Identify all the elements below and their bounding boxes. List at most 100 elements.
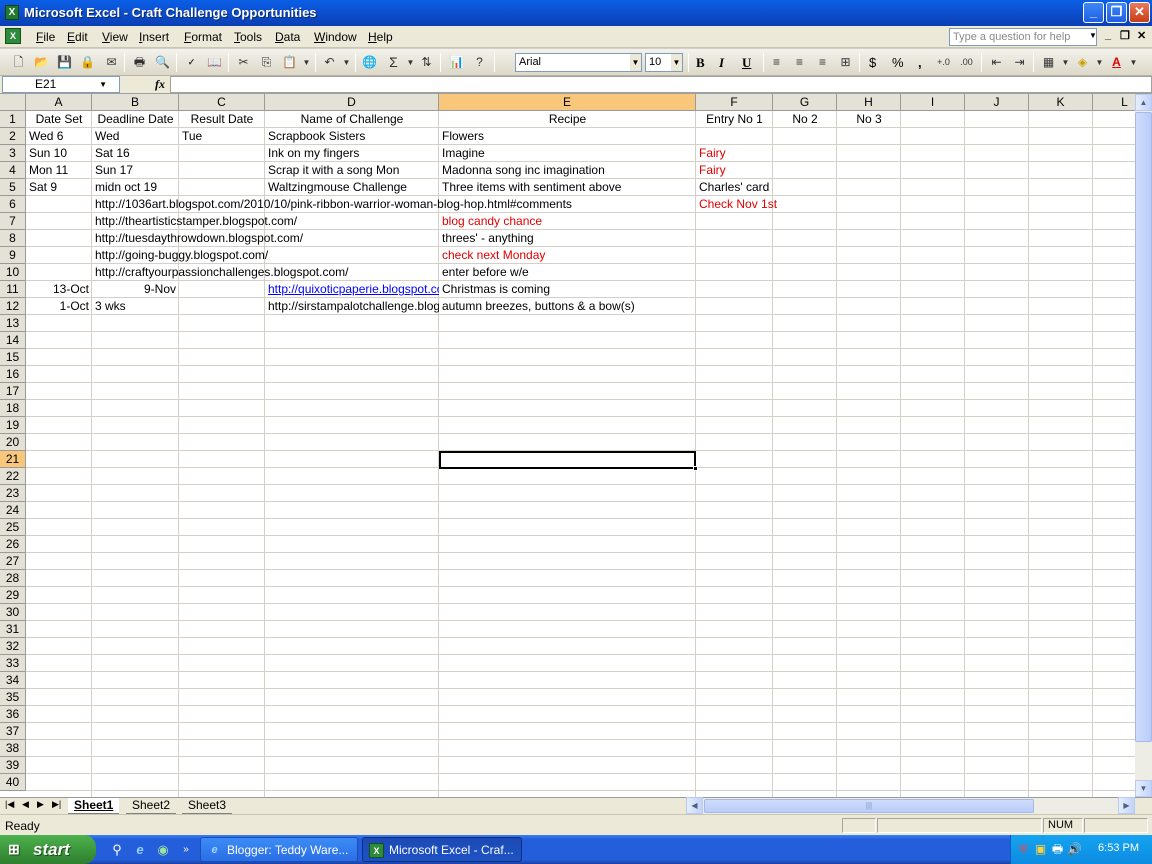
column-header-l[interactable]: L xyxy=(1093,94,1135,111)
horizontal-scroll-thumb[interactable]: ||| xyxy=(704,799,1034,813)
cell-e8[interactable]: threes' - anything xyxy=(439,230,537,247)
cell-f6[interactable]: Check Nov 1st xyxy=(696,196,777,213)
row-header-6[interactable]: 6 xyxy=(0,196,26,213)
cell-f5[interactable]: Charles' card xyxy=(696,179,772,196)
cell-b9[interactable]: http://going-buggy.blogspot.com/ xyxy=(92,247,271,264)
row-header-13[interactable]: 13 xyxy=(0,315,26,332)
quicklaunch-app-icon[interactable]: ◉ xyxy=(154,841,172,858)
undo-icon[interactable]: ↶ xyxy=(321,54,338,71)
doc-restore-button[interactable]: ❐ xyxy=(1120,29,1130,42)
row-header-12[interactable]: 12 xyxy=(0,298,26,315)
sort-ascending-icon[interactable]: ⇅ xyxy=(418,54,435,71)
task-excel[interactable]: X Microsoft Excel - Craf... xyxy=(362,837,522,862)
fill-color-icon[interactable]: ◈ xyxy=(1074,54,1091,71)
menu-tools[interactable]: Tools xyxy=(234,30,262,44)
row-header-35[interactable]: 35 xyxy=(0,689,26,706)
cell-b12[interactable]: 3 wks xyxy=(92,298,129,315)
row-header-23[interactable]: 23 xyxy=(0,485,26,502)
cell-d2[interactable]: Scrapbook Sisters xyxy=(265,128,368,145)
cell-e4[interactable]: Madonna song inc imagination xyxy=(439,162,608,179)
increase-indent-icon[interactable]: ⇥ xyxy=(1011,54,1028,71)
cell-d3[interactable]: Ink on my fingers xyxy=(265,145,362,162)
comma-button[interactable]: , xyxy=(918,54,922,71)
cell-a2[interactable]: Wed 6 xyxy=(26,128,66,145)
menu-edit[interactable]: Edit xyxy=(67,30,88,44)
cell-g1[interactable]: No 2 xyxy=(773,111,837,128)
cell-d4[interactable]: Scrap it with a song Mon xyxy=(265,162,402,179)
next-sheet-icon[interactable]: ▶ xyxy=(37,799,44,810)
row-header-9[interactable]: 9 xyxy=(0,247,26,264)
cell-b2[interactable]: Wed xyxy=(92,128,122,145)
cell-b11[interactable]: 9-Nov xyxy=(92,281,179,298)
prev-sheet-icon[interactable]: ◀ xyxy=(22,799,29,810)
cut-icon[interactable]: ✂ xyxy=(235,54,252,71)
scroll-left-icon[interactable]: ◀ xyxy=(686,797,703,814)
horizontal-scrollbar[interactable]: ◀ ||| ▶ xyxy=(686,797,1135,814)
cell-h1[interactable]: No 3 xyxy=(837,111,901,128)
cell-b7[interactable]: http://theartisticstamper.blogspot.com/ xyxy=(92,213,300,230)
cell-b4[interactable]: Sun 17 xyxy=(92,162,136,179)
undo-dropdown-icon[interactable]: ▼ xyxy=(338,54,355,71)
cell-b6[interactable]: http://1036art.blogspot.com/2010/10/pink… xyxy=(92,196,575,213)
column-header-i[interactable]: I xyxy=(901,94,965,111)
tray-app-icon[interactable]: ▣ xyxy=(1033,841,1048,857)
column-header-a[interactable]: A xyxy=(26,94,92,111)
last-sheet-icon[interactable]: ▶| xyxy=(52,799,61,810)
row-header-22[interactable]: 22 xyxy=(0,468,26,485)
row-header-20[interactable]: 20 xyxy=(0,434,26,451)
row-header-14[interactable]: 14 xyxy=(0,332,26,349)
doc-minimize-button[interactable]: _ xyxy=(1105,29,1111,41)
autosum-dropdown-icon[interactable]: ▼ xyxy=(402,54,419,71)
autosum-icon[interactable]: Σ xyxy=(385,54,402,71)
chart-wizard-icon[interactable]: 📊 xyxy=(448,54,465,71)
row-header-39[interactable]: 39 xyxy=(0,757,26,774)
cell-b3[interactable]: Sat 16 xyxy=(92,145,133,162)
first-sheet-icon[interactable]: |◀ xyxy=(5,799,14,810)
chevron-down-icon[interactable]: ▼ xyxy=(671,54,682,71)
scroll-up-icon[interactable]: ▲ xyxy=(1135,94,1152,111)
menu-file[interactable]: File xyxy=(36,30,55,44)
italic-button[interactable]: I xyxy=(719,54,724,71)
start-button[interactable]: ⊞ start xyxy=(0,835,96,864)
align-left-icon[interactable]: ≡ xyxy=(768,54,785,71)
name-box[interactable]: E21 ▼ xyxy=(2,76,120,93)
row-header-4[interactable]: 4 xyxy=(0,162,26,179)
tab-sheet1[interactable]: Sheet1 xyxy=(68,798,120,814)
volume-icon[interactable]: 🔊 xyxy=(1067,841,1082,857)
menu-format[interactable]: Format xyxy=(184,30,222,44)
font-color-icon[interactable]: A xyxy=(1108,54,1125,71)
help-dropdown-icon[interactable]: ▼ xyxy=(1089,31,1097,40)
tab-sheet3[interactable]: Sheet3 xyxy=(182,798,233,814)
paste-icon[interactable]: 📋 xyxy=(281,54,298,71)
fill-handle[interactable] xyxy=(693,466,698,471)
cell-c1[interactable]: Result Date xyxy=(179,111,265,128)
chevron-down-icon[interactable]: ▼ xyxy=(99,77,107,92)
restore-button[interactable]: ❐ xyxy=(1106,2,1127,23)
cell-a1[interactable]: Date Set xyxy=(26,111,92,128)
research-icon[interactable]: 📖 xyxy=(206,54,223,71)
print-icon[interactable]: 🖶 xyxy=(131,54,148,71)
cell-d5[interactable]: Waltzingmouse Challenge xyxy=(265,179,410,196)
row-header-27[interactable]: 27 xyxy=(0,553,26,570)
increase-decimal-icon[interactable]: +.0 xyxy=(935,54,952,71)
cell-a4[interactable]: Mon 11 xyxy=(26,162,71,179)
cell-d12[interactable]: http://sirstampalotchallenge.blogspot.co… xyxy=(265,298,439,315)
close-button[interactable]: ✕ xyxy=(1129,2,1150,23)
row-header-7[interactable]: 7 xyxy=(0,213,26,230)
cell-e11[interactable]: Christmas is coming xyxy=(439,281,553,298)
row-header-26[interactable]: 26 xyxy=(0,536,26,553)
fill-dropdown-icon[interactable]: ▼ xyxy=(1091,54,1108,71)
security-icon[interactable]: ⛨ xyxy=(1016,841,1031,857)
cell-e3[interactable]: Imagine xyxy=(439,145,488,162)
column-header-g[interactable]: G xyxy=(773,94,837,111)
menu-view[interactable]: View xyxy=(102,30,128,44)
percent-button[interactable]: % xyxy=(892,54,904,71)
align-right-icon[interactable]: ≡ xyxy=(814,54,831,71)
column-header-b[interactable]: B xyxy=(92,94,179,111)
row-header-40[interactable]: 40 xyxy=(0,774,26,791)
row-header-36[interactable]: 36 xyxy=(0,706,26,723)
column-header-j[interactable]: J xyxy=(965,94,1029,111)
cell-e10[interactable]: enter before w/e xyxy=(439,264,532,281)
cell-f1[interactable]: Entry No 1 xyxy=(696,111,773,128)
bold-button[interactable]: B xyxy=(696,54,705,71)
